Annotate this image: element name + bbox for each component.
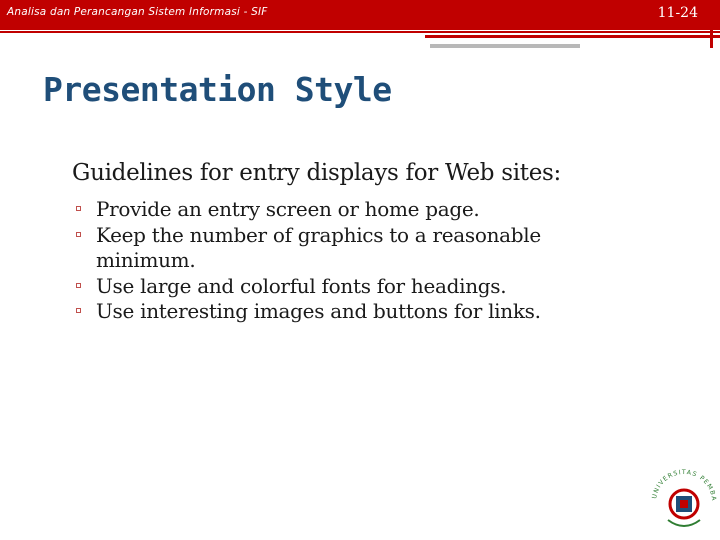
bullet-list: Provide an entry screen or home page. Ke… <box>76 197 636 325</box>
lead-text: Guidelines for entry displays for Web si… <box>72 160 561 186</box>
bullet-text: Keep the number of graphics to a reasona… <box>96 222 541 273</box>
header-accent-line <box>0 31 720 33</box>
header-accent-line <box>430 44 580 48</box>
bullet-text: Use interesting images and buttons for l… <box>96 299 541 323</box>
header-accent-line <box>710 30 713 48</box>
square-bullet-icon <box>76 282 81 288</box>
university-logo: UNIVERSITAS PEMBANGUNAN JAYA <box>648 458 717 527</box>
course-header: Analisa dan Perancangan Sistem Informasi… <box>7 6 268 18</box>
square-bullet-icon <box>76 231 81 237</box>
svg-text:UNIVERSITAS PEMBANGUNAN JAYA: UNIVERSITAS PEMBANGUNAN JAYA <box>648 458 717 502</box>
list-item: Use large and colorful fonts for heading… <box>76 274 636 300</box>
square-bullet-icon <box>76 308 81 313</box>
list-item: Use interesting images and buttons for l… <box>76 299 636 325</box>
list-item: Provide an entry screen or home page. <box>76 197 636 223</box>
square-bullet-icon <box>76 206 81 211</box>
bullet-text: Provide an entry screen or home page. <box>96 197 480 221</box>
bullet-text: Use large and colorful fonts for heading… <box>96 273 507 298</box>
header-accent-line <box>425 35 720 38</box>
list-item: Keep the number of graphics to a reasona… <box>76 223 636 274</box>
slide-title: Presentation Style <box>43 70 392 109</box>
slide-page-number: 11-24 <box>657 5 698 21</box>
